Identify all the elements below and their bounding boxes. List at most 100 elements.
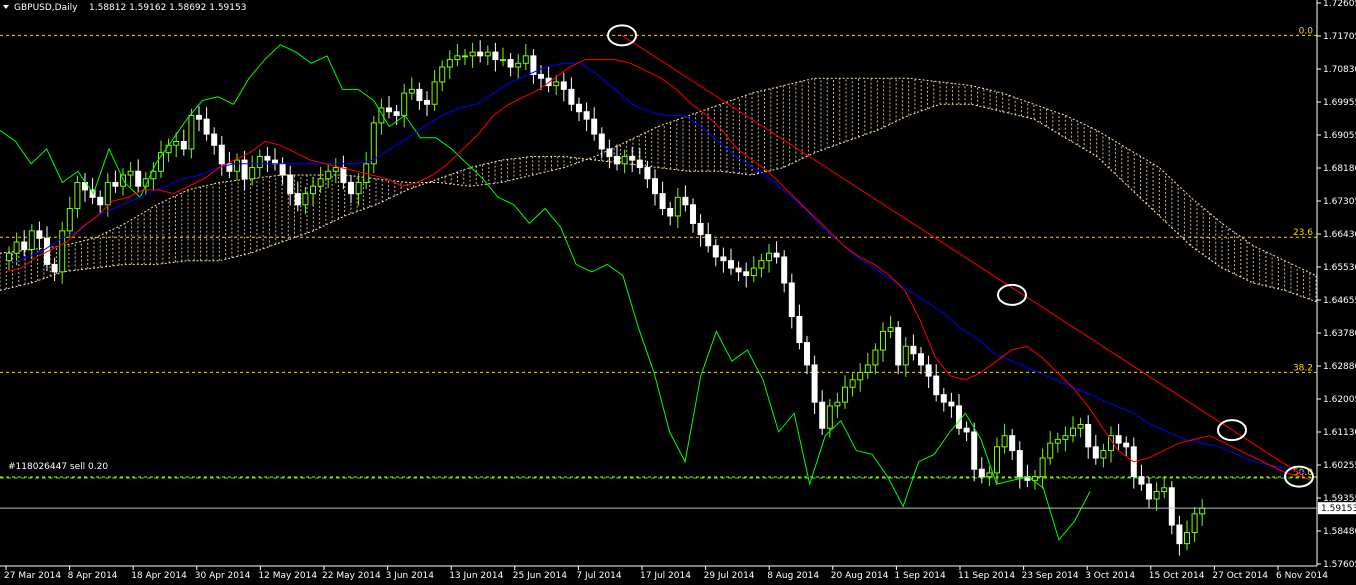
candle-bull <box>66 208 73 232</box>
candle-bull <box>500 59 506 62</box>
candle-bull <box>28 230 35 250</box>
candle-bull <box>1062 435 1069 440</box>
candle-bull <box>1032 476 1038 481</box>
candle-bull <box>553 81 560 87</box>
candle-bear <box>196 114 202 120</box>
price-tick-label: 1.62880 <box>1323 362 1356 372</box>
candle-bull <box>127 170 134 176</box>
candle-bull <box>325 170 332 180</box>
candle-bull <box>439 66 446 83</box>
candle-bull <box>887 327 894 332</box>
candle-bull <box>864 364 871 373</box>
price-tick-label: 1.70830 <box>1323 65 1356 75</box>
candle-bull <box>317 178 324 187</box>
candle-bull <box>621 155 628 165</box>
candle-bear <box>576 103 582 113</box>
candle-bear <box>507 59 514 68</box>
time-tick-label: 8 Apr 2014 <box>68 571 118 581</box>
candle-bull <box>13 241 20 254</box>
price-tick-label: 1.62005 <box>1323 395 1356 405</box>
candle-bull <box>857 371 864 381</box>
candle-bear <box>735 267 742 273</box>
candle-bull <box>834 401 841 407</box>
price-tick-label: 1.64655 <box>1323 296 1356 306</box>
candle-bear <box>1115 435 1122 444</box>
candle-bear <box>796 316 803 344</box>
candle-bull <box>872 349 879 366</box>
candle-bull <box>120 174 126 187</box>
candle-bear <box>940 394 947 403</box>
price-tick-label: 1.58480 <box>1323 527 1356 537</box>
time-tick-label: 29 Jul 2014 <box>704 571 755 581</box>
candle-bear <box>1176 524 1183 545</box>
candle-bear <box>272 159 278 165</box>
candle-bull <box>1047 442 1054 459</box>
candle-bear <box>948 401 955 407</box>
candle-bear <box>682 196 689 206</box>
candle-bear <box>659 193 666 210</box>
time-tick-label: 27 Oct 2014 <box>1212 571 1268 581</box>
candle-bull <box>902 345 909 366</box>
candle-bear <box>538 73 544 79</box>
candle-bear <box>811 364 818 403</box>
price-tick-label: 1.65530 <box>1323 263 1356 273</box>
candle-bull <box>302 193 309 206</box>
candle-bear <box>933 375 940 396</box>
fib-level-label: 0.0 <box>1299 26 1314 36</box>
candle-bull <box>408 88 415 94</box>
candle-bear <box>492 51 499 61</box>
price-tick-label: 1.63780 <box>1323 329 1356 339</box>
candle-bull <box>446 59 453 68</box>
candle-bull <box>431 81 438 105</box>
time-tick-label: 20 Aug 2014 <box>831 571 889 581</box>
candle-bear <box>21 241 28 250</box>
candle-bear <box>720 256 727 262</box>
candle-bull <box>1153 491 1160 500</box>
price-tick-label: 1.72605 <box>1323 0 1356 9</box>
candle-bear <box>583 111 590 120</box>
candle-bull <box>370 122 377 165</box>
time-tick-label: 3 Oct 2014 <box>1085 571 1135 581</box>
candle-bear <box>135 170 142 187</box>
candle-bear <box>781 256 788 284</box>
candle-bear <box>340 167 347 183</box>
time-tick-label: 8 Aug 2014 <box>767 571 819 581</box>
candle-bear <box>1146 483 1152 500</box>
candle-bear <box>956 405 962 429</box>
candle-bear <box>743 271 750 277</box>
price-tick-label: 1.61130 <box>1323 428 1356 438</box>
candle-bear <box>636 159 643 169</box>
candle-bear <box>910 345 917 355</box>
time-tick-label: 7 Jul 2014 <box>576 571 621 581</box>
candle-bull <box>1001 435 1008 448</box>
candle-bull <box>826 405 833 429</box>
candle-bear <box>51 263 58 273</box>
candle-bear <box>773 252 780 258</box>
time-tick-label: 13 Jun 2014 <box>449 571 503 581</box>
candle-bull <box>758 260 765 269</box>
candle-bull <box>310 185 316 195</box>
candle-bear <box>36 230 43 239</box>
chart-canvas[interactable]: 0.023.638.250.0 GBPUSD,Daily 1.58812 1.5… <box>0 0 1356 585</box>
candle-bull <box>462 55 468 58</box>
candle-bear <box>705 234 712 247</box>
candle-bear <box>963 427 970 433</box>
candle-bear <box>591 118 598 135</box>
candle-bull <box>173 141 180 146</box>
candle-bear <box>1092 446 1099 459</box>
candle-bear <box>918 353 924 366</box>
candle-bull <box>1199 507 1206 515</box>
candle-bear <box>606 148 613 157</box>
candle-bear <box>728 260 734 269</box>
candle-bear <box>393 111 400 116</box>
candle-bull <box>188 114 195 150</box>
price-tick-label: 1.67305 <box>1323 197 1356 207</box>
order-label[interactable]: #118026447 sell 0.20 <box>8 462 108 472</box>
candle-bull <box>849 379 856 388</box>
candle-bull <box>986 472 993 478</box>
candle-bear <box>598 133 605 150</box>
candle-bear <box>477 51 484 57</box>
price-tick-label: 1.60255 <box>1323 461 1356 471</box>
candle-bull <box>401 92 408 116</box>
candle-bull <box>484 51 491 57</box>
